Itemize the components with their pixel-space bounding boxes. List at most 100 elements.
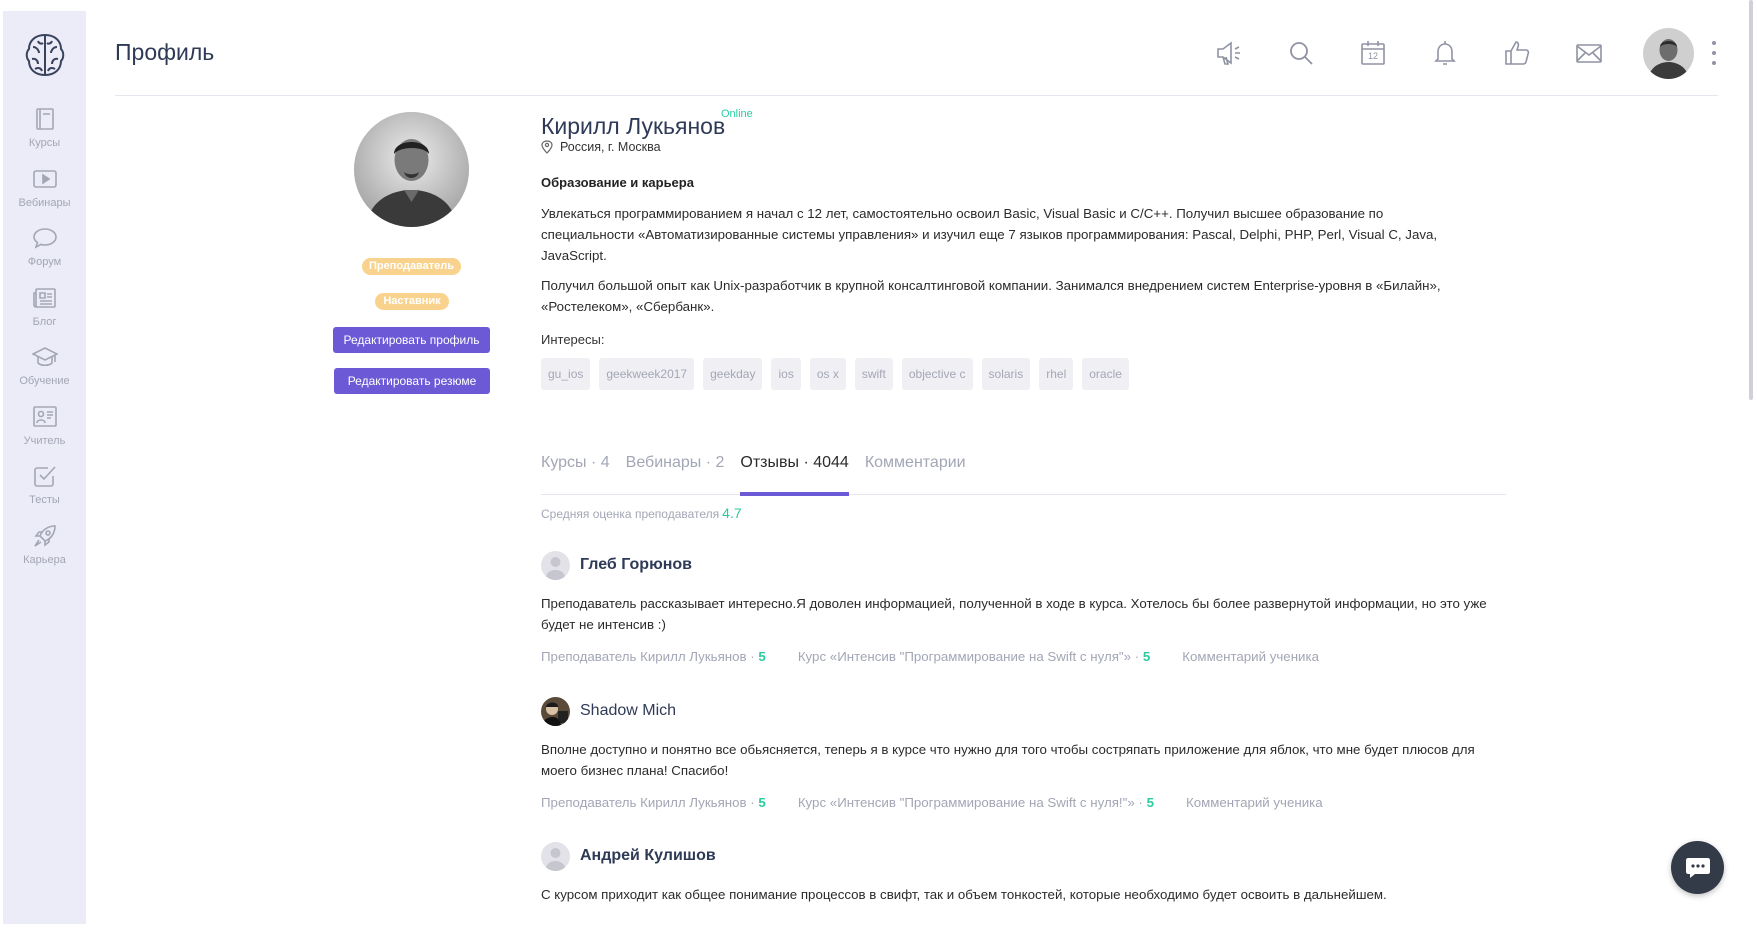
user-photo-icon [1643,28,1694,79]
tab-comments[interactable]: Комментарии [865,444,966,495]
review-comment-link[interactable]: Комментарий ученика [1186,795,1323,810]
sidebar: Курсы Вебинары Форум Блог Обучение Учите… [3,11,86,924]
review-meta: Преподаватель Кирилл Лукьянов · 5 Курс «… [541,795,1506,810]
sidebar-item-label: Тесты [29,494,60,506]
review-header: Глеб Горюнов [541,550,1506,580]
review-author[interactable]: Андрей Кулишов [580,847,716,865]
notifications-button[interactable] [1429,36,1461,70]
name-row: Кирилл Лукьянов Online [541,108,1506,142]
location-pin-icon [541,140,553,154]
interest-tag[interactable]: objective c [901,358,973,390]
user-photo-icon [541,696,570,726]
newspaper-icon [32,287,56,308]
review-text: С курсом приходит как общее понимание пр… [541,887,1387,902]
sidebar-item-label: Карьера [23,553,66,566]
review-text: Преподаватель рассказывает интересно.Я д… [541,596,1487,632]
interest-tag[interactable]: ios [771,358,801,390]
sidebar-item-forum[interactable]: Форум [3,225,86,285]
bell-icon [1434,41,1456,65]
book-icon [35,108,54,130]
review-comment-link[interactable]: Комментарий ученика [1182,649,1319,664]
chat-bubble-icon [1685,857,1710,878]
announcements-button[interactable] [1213,36,1245,70]
sidebar-item-label: Курсы [28,137,61,149]
sidebar-item-label: Форум [27,256,62,268]
brain-logo-icon[interactable] [23,31,67,79]
sidebar-item-teacher[interactable]: Учитель [3,404,86,464]
header-toolbar: 12 [1213,36,1645,70]
sidebar-item-learning[interactable]: Обучение [3,344,86,404]
sidebar-item-label: Блог [32,315,57,328]
sidebar-item-career[interactable]: Карьера [3,523,86,583]
profile-photo-icon [354,112,469,227]
tab-courses[interactable]: Курсы · 4 [541,444,610,495]
review-header: Андрей Кулишов [541,841,1506,871]
calendar-button[interactable]: 12 [1357,36,1389,70]
speech-bubble-icon [32,228,57,249]
interest-tag[interactable]: rhel [1039,358,1074,390]
messages-button[interactable] [1573,36,1605,70]
online-status: Online [721,108,753,120]
page-title: Профиль [115,39,215,65]
thumbs-up-icon [1505,41,1530,65]
average-rating: Средняя оценка преподавателя 4.7 [541,505,742,521]
more-options-button[interactable] [1709,41,1719,65]
likes-button[interactable] [1501,36,1533,70]
interest-tag[interactable]: oracle [1082,358,1129,390]
tab-webinars[interactable]: Вебинары · 2 [626,444,725,495]
search-button[interactable] [1285,36,1317,70]
bio-paragraph: Получил большой опыт как Unix-разработчи… [541,278,1441,314]
review-author[interactable]: Глеб Горюнов [580,556,692,574]
mentor-badge: Наставник [375,293,449,310]
review-meta: Преподаватель Кирилл Лукьянов · 5 Курс «… [541,649,1506,664]
tab-reviews[interactable]: Отзывы · 4044 [740,444,850,496]
review-teacher-rating: Преподаватель Кирилл Лукьянов · 5 [541,795,766,810]
review-avatar[interactable] [541,841,570,871]
mail-icon [1576,44,1602,63]
interest-tag[interactable]: solaris [981,358,1031,390]
profile-main: Кирилл Лукьянов Online Россия, г. Москва… [541,108,1506,902]
review-author[interactable]: Shadow Mich [580,702,676,720]
sidebar-item-blog[interactable]: Блог [3,285,86,345]
chat-button[interactable] [1671,841,1724,894]
page-scrollbar[interactable] [1749,0,1753,400]
interest-tag[interactable]: swift [854,358,893,390]
search-icon [1290,42,1313,65]
header-divider [115,95,1718,96]
profile-location: Россия, г. Москва [541,140,661,154]
interest-tag[interactable]: geekday [703,358,763,390]
review-teacher-label[interactable]: Преподаватель Кирилл Лукьянов · [541,795,755,810]
review-avatar[interactable] [541,696,570,726]
user-avatar[interactable] [1643,28,1694,79]
interest-tag[interactable]: gu_ios [541,358,591,390]
teacher-icon [32,405,57,427]
review-teacher-label[interactable]: Преподаватель Кирилл Лукьянов · [541,649,755,664]
teacher-badge: Преподаватель [362,258,461,275]
edit-profile-button[interactable]: Редактировать профиль [333,327,490,353]
play-icon [32,169,57,188]
interest-tag[interactable]: os x [809,358,846,390]
review-header: Shadow Mich [541,696,1506,726]
review-item: Shadow Mich Вполне доступно и понятно вс… [541,696,1506,810]
sidebar-item-webinars[interactable]: Вебинары [3,166,86,226]
review-item: Андрей Кулишов С курсом приходит как общ… [541,841,1506,905]
profile-tabs: Курсы · 4 Вебинары · 2 Отзывы · 4044 Ком… [541,444,1506,496]
review-course-label[interactable]: Курс «Интенсив "Программирование на Swif… [798,795,1143,810]
sidebar-item-label: Вебинары [18,196,71,209]
interest-tag[interactable]: geekweek2017 [599,358,695,390]
sidebar-item-tests[interactable]: Тесты [3,463,86,523]
bio-paragraph: Увлекаться программированием я начал с 1… [541,206,1438,263]
review-course-rating: Курс «Интенсив "Программирование на Swif… [798,649,1150,664]
section-title: Образование и карьера [541,175,694,190]
sidebar-nav: Курсы Вебинары Форум Блог Обучение Учите… [3,106,86,582]
interest-tags: gu_ios geekweek2017 geekday ios os x swi… [541,358,1138,390]
graduation-cap-icon [31,347,58,367]
edit-resume-button[interactable]: Редактировать резюме [334,368,490,394]
default-avatar-icon [541,550,570,580]
review-course-label[interactable]: Курс «Интенсив "Программирование на Swif… [798,649,1139,664]
default-avatar-icon [541,841,570,871]
review-avatar[interactable] [541,550,570,580]
sidebar-item-label: Обучение [19,375,70,387]
sidebar-item-courses[interactable]: Курсы [3,106,86,166]
review-text: Вполне доступно и понятно все обьясняетс… [541,742,1475,778]
